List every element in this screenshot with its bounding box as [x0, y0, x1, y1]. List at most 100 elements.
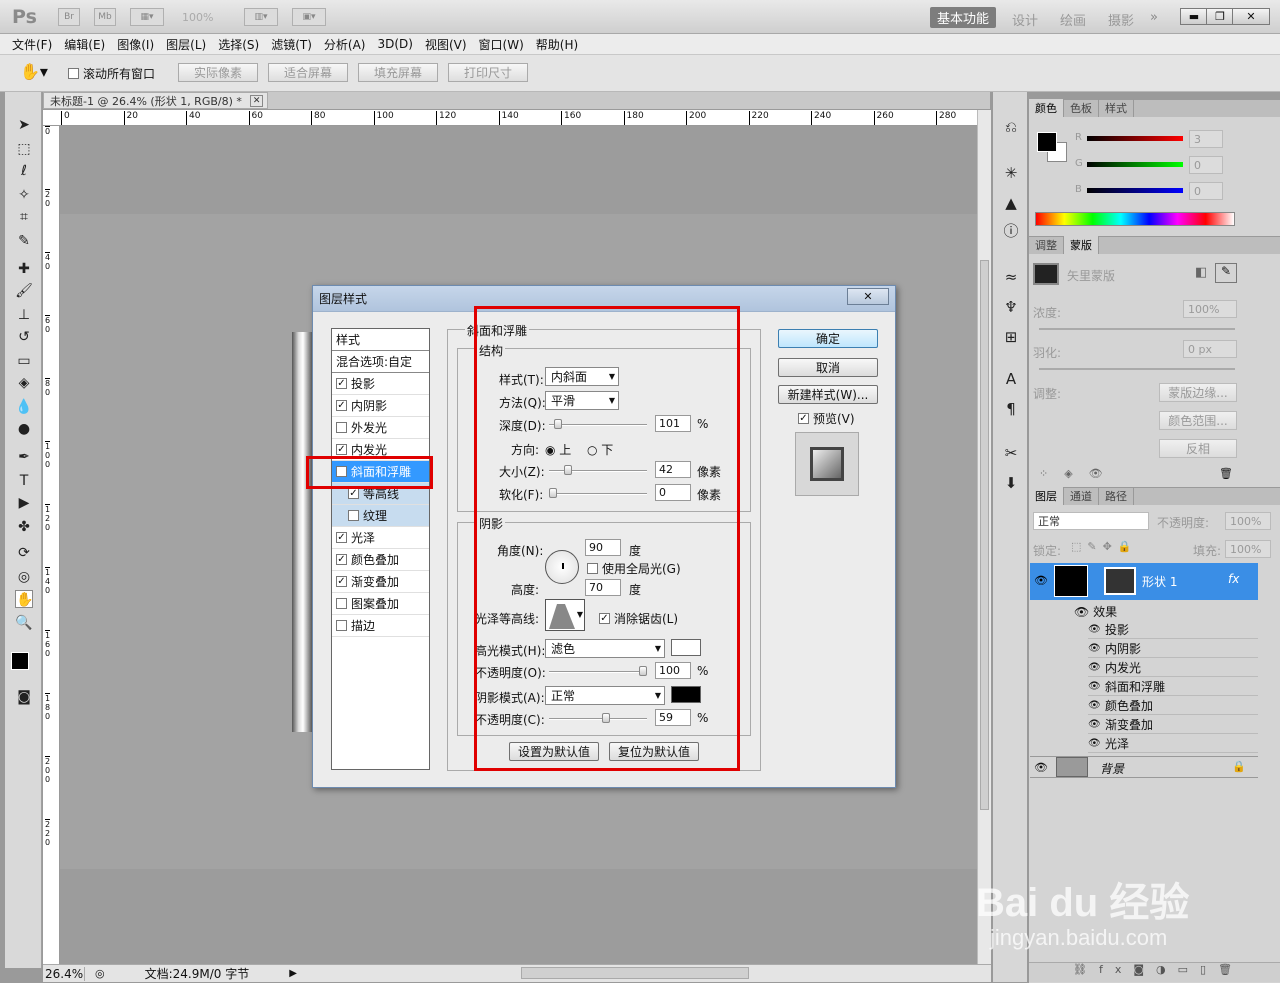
pen-tool-icon[interactable]: ✒	[15, 448, 33, 466]
b-value[interactable]: 0	[1189, 182, 1223, 200]
menu-help[interactable]: 帮助(H)	[536, 36, 578, 53]
paragraph-panel-icon[interactable]: ¶	[1002, 400, 1020, 418]
styles-header[interactable]: 样式	[332, 329, 429, 351]
navigator-panel-icon[interactable]: ✳	[1002, 164, 1020, 182]
menu-edit[interactable]: 编辑(E)	[64, 36, 105, 53]
style-item[interactable]: 光泽	[332, 527, 429, 549]
style-checkbox[interactable]	[348, 488, 359, 499]
cancel-button[interactable]: 取消	[778, 358, 878, 377]
zoom-level[interactable]: 100%	[182, 11, 213, 24]
paint-bucket-icon[interactable]: ◈	[15, 374, 33, 392]
style-checkbox[interactable]	[336, 598, 347, 609]
style-checkbox[interactable]	[336, 422, 347, 433]
clone-source-icon[interactable]: ♆	[1002, 298, 1020, 316]
style-checkbox[interactable]	[336, 554, 347, 565]
menu-3d[interactable]: 3D(D)	[377, 37, 412, 51]
hand-tool-icon[interactable]: ✋	[15, 590, 33, 608]
style-item[interactable]: 投影	[332, 373, 429, 395]
effect-row[interactable]: 👁 内阴影	[1088, 639, 1258, 658]
b-slider[interactable]	[1087, 188, 1183, 193]
effect-row[interactable]: 👁 斜面和浮雕	[1088, 677, 1258, 696]
blending-options-item[interactable]: 混合选项:自定	[332, 351, 429, 373]
feather-slider[interactable]	[1039, 368, 1235, 370]
menu-window[interactable]: 窗口(W)	[479, 36, 524, 53]
delete-mask-icon[interactable]: 🗑	[1219, 467, 1233, 480]
vertical-scrollbar[interactable]	[977, 110, 991, 964]
3d-panel-icon[interactable]: ⬇	[1002, 474, 1020, 492]
layer-row-background[interactable]: 👁 背景 🔒	[1030, 756, 1258, 778]
arrange-documents-button[interactable]: ▥▾	[244, 8, 278, 26]
tab-masks[interactable]: 蒙版	[1064, 236, 1099, 254]
dodge-tool-icon[interactable]: ●	[15, 420, 33, 438]
tab-paths[interactable]: 路径	[1099, 487, 1134, 505]
layers-footer-icons[interactable]: ⛓fx◙◑▭▯🗑	[1029, 962, 1280, 982]
character-panel-icon[interactable]: A	[1002, 370, 1020, 388]
effect-eye-icon[interactable]: 👁	[1088, 662, 1101, 673]
style-item[interactable]: 颜色叠加	[332, 549, 429, 571]
fg-color-swatch[interactable]	[1037, 132, 1057, 152]
actual-pixels-button[interactable]: 实际像素	[178, 63, 258, 82]
effect-eye-icon[interactable]: 👁	[1088, 719, 1101, 730]
lock-icons[interactable]: ⬚✎✥🔒	[1071, 540, 1138, 553]
healing-brush-icon[interactable]: ✚	[15, 260, 33, 278]
effect-row[interactable]: 👁 光泽	[1088, 734, 1258, 753]
preview-box[interactable]	[798, 413, 809, 424]
fit-screen-button[interactable]: 适合屏幕	[268, 63, 348, 82]
r-slider[interactable]	[1087, 136, 1183, 141]
pixel-mask-icon[interactable]: ◧	[1195, 265, 1207, 280]
history-brush-icon[interactable]: ↺	[15, 328, 33, 346]
style-checkbox[interactable]	[336, 444, 347, 455]
bg-layer-name[interactable]: 背景	[1100, 760, 1124, 777]
scroll-all-windows-checkbox[interactable]: 滚动所有窗口	[68, 65, 155, 82]
density-slider[interactable]	[1039, 328, 1235, 330]
g-value[interactable]: 0	[1189, 156, 1223, 174]
crop-tool-icon[interactable]: ⌗	[15, 208, 33, 226]
mask-footer-icons[interactable]: ⁘◈👁	[1039, 467, 1119, 480]
style-item[interactable]: 描边	[332, 615, 429, 637]
bridge-button[interactable]: Br	[58, 8, 80, 26]
history-panel-icon[interactable]: ⎌	[1002, 118, 1020, 136]
r-value[interactable]: 3	[1189, 130, 1223, 148]
layer-visibility-icon[interactable]: 👁	[1034, 574, 1048, 587]
invert-button[interactable]: 反相	[1159, 439, 1237, 458]
quick-mask-icon[interactable]: ◙	[15, 688, 33, 706]
effect-row[interactable]: 👁 颜色叠加	[1088, 696, 1258, 715]
3d-rotate-icon[interactable]: ⟳	[15, 544, 33, 562]
eyedropper-tool-icon[interactable]: ✎	[15, 232, 33, 250]
effect-eye-icon[interactable]: 👁	[1088, 681, 1101, 692]
blur-tool-icon[interactable]: 💧	[15, 398, 33, 416]
color-range-button[interactable]: 颜色范围...	[1159, 411, 1237, 430]
close-window-button[interactable]: ✕	[1232, 8, 1270, 25]
status-icon[interactable]: ◎	[95, 967, 105, 980]
style-checkbox[interactable]	[336, 378, 347, 389]
effect-row[interactable]: 👁 投影	[1088, 620, 1258, 639]
eraser-tool-icon[interactable]: ▭	[15, 352, 33, 370]
workspace-painting[interactable]: 绘画	[1060, 10, 1086, 29]
marquee-tool-icon[interactable]: ⬚	[15, 140, 33, 158]
dialog-close-button[interactable]: ✕	[847, 288, 889, 305]
layer-fx-icon[interactable]: fx	[1228, 572, 1239, 586]
effects-eye-icon[interactable]: 👁	[1074, 605, 1089, 619]
foreground-color-swatch[interactable]	[11, 652, 29, 670]
bg-visibility-icon[interactable]: 👁	[1034, 761, 1048, 774]
close-document-icon[interactable]: ✕	[249, 94, 264, 107]
menu-filter[interactable]: 滤镜(T)	[271, 36, 312, 53]
feather-value[interactable]: 0 px	[1183, 340, 1237, 358]
effect-row[interactable]: 👁 内发光	[1088, 658, 1258, 677]
view-extras-button[interactable]: ▦▾	[130, 8, 164, 26]
zoom-tool-icon[interactable]: 🔍	[15, 614, 33, 632]
style-checkbox[interactable]	[336, 532, 347, 543]
fill-value[interactable]: 100%	[1225, 540, 1271, 558]
minimize-button[interactable]: ▬	[1180, 8, 1208, 25]
preview-checkbox[interactable]: 预览(V)	[798, 410, 855, 427]
ok-button[interactable]: 确定	[778, 329, 878, 348]
layer-name[interactable]: 形状 1	[1142, 573, 1177, 590]
mask-edge-button[interactable]: 蒙版边缘...	[1159, 383, 1237, 402]
tool-presets-icon[interactable]: ⊞	[1002, 328, 1020, 346]
status-menu-arrow-icon[interactable]: ▶	[289, 968, 297, 979]
screen-mode-button[interactable]: ▣▾	[292, 8, 326, 26]
effect-eye-icon[interactable]: 👁	[1088, 738, 1101, 749]
clone-stamp-icon[interactable]: ⊥	[15, 306, 33, 324]
style-item[interactable]: 渐变叠加	[332, 571, 429, 593]
effect-eye-icon[interactable]: 👁	[1088, 643, 1101, 654]
